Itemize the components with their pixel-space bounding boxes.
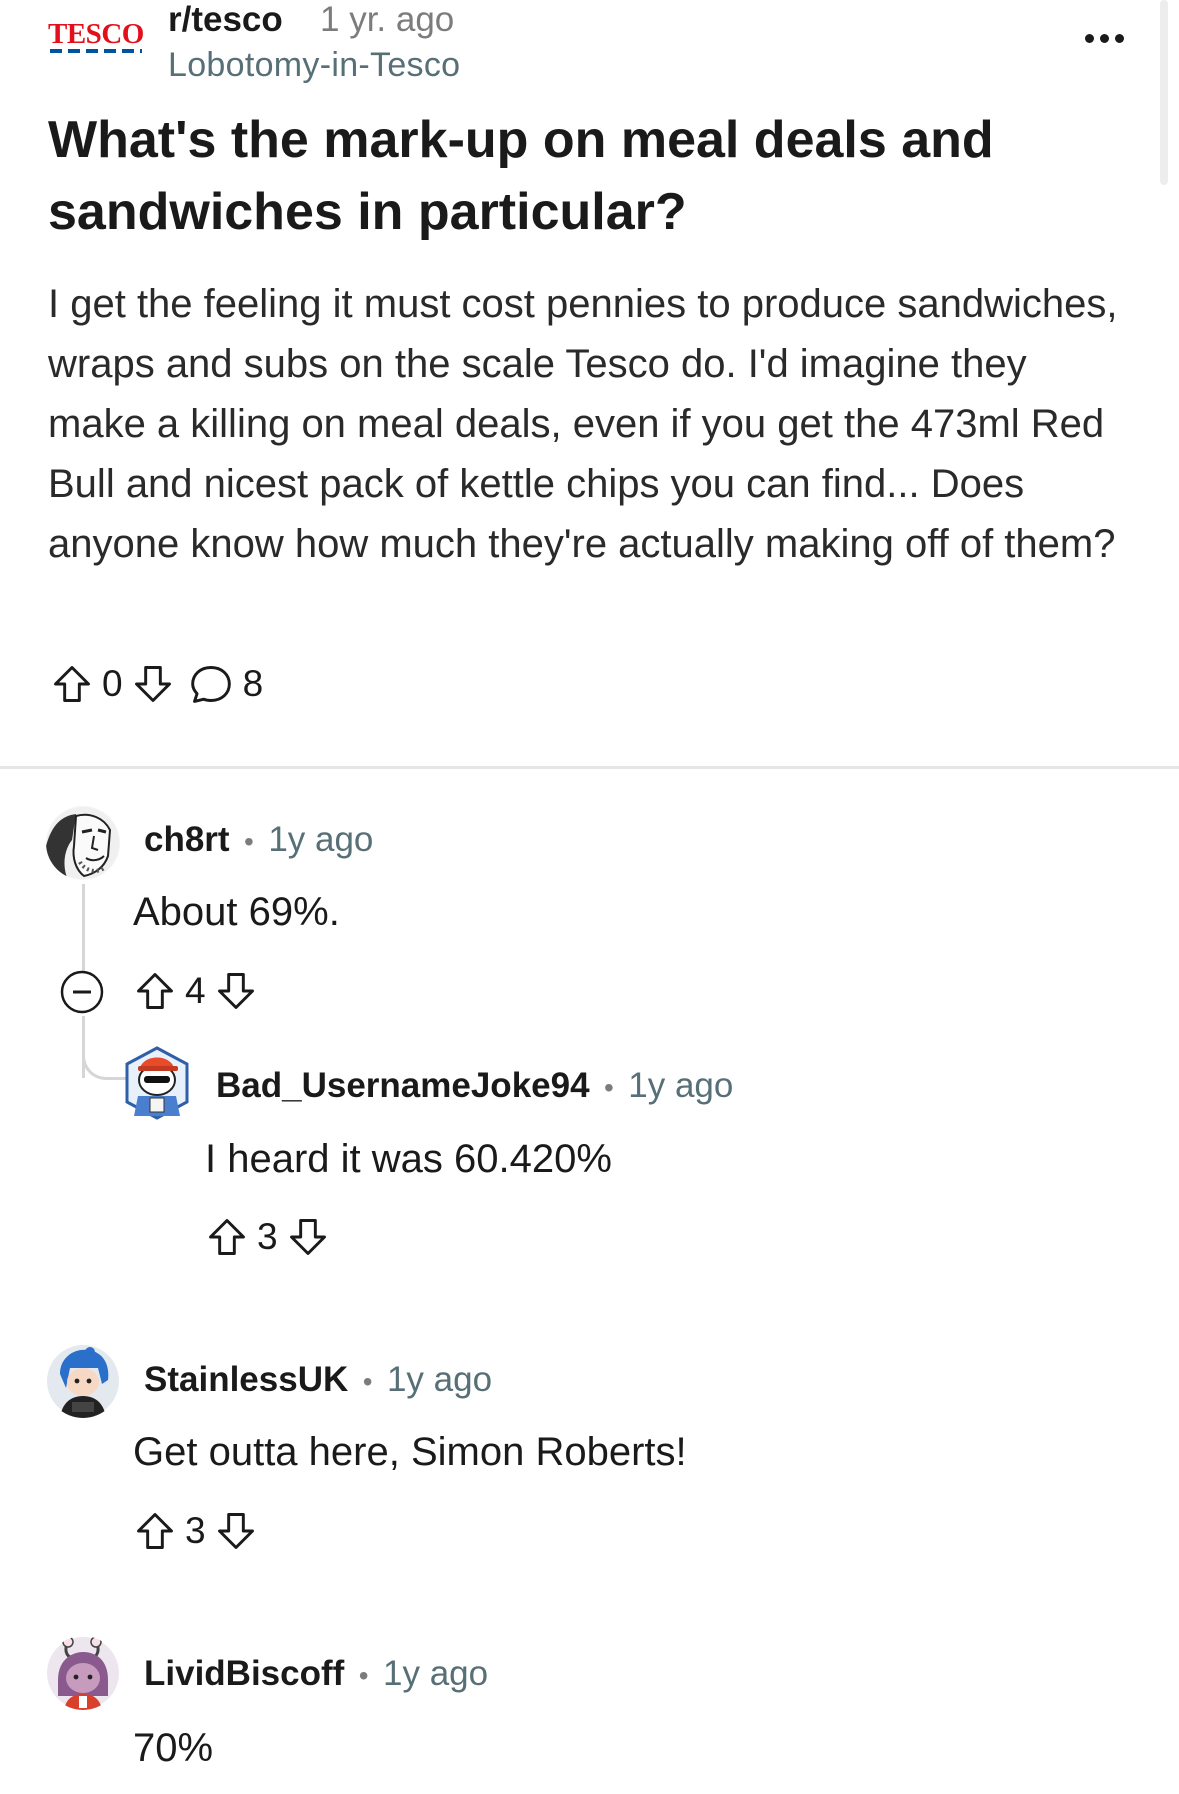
comment-count: 8 — [242, 663, 264, 704]
downvote-icon[interactable] — [214, 1509, 258, 1553]
subreddit-icon[interactable]: TESCO — [48, 18, 144, 58]
post-vote-count: 0 — [102, 663, 123, 704]
avatar-stainlessuk[interactable] — [46, 1344, 120, 1418]
downvote-icon[interactable] — [286, 1215, 330, 1259]
post-actions: 0 8 — [50, 662, 263, 706]
downvote-icon[interactable] — [131, 662, 175, 706]
tesco-logo-stripes — [50, 49, 142, 53]
tesco-logo-text: TESCO — [48, 18, 144, 50]
collapse-icon[interactable] — [60, 970, 104, 1014]
divider — [0, 766, 1179, 769]
reply-vote-count: 3 — [257, 1216, 278, 1257]
separator-dot: • — [244, 826, 254, 857]
reply-text: I heard it was 60.420% — [205, 1137, 612, 1181]
upvote-icon[interactable] — [50, 662, 94, 706]
comment-username[interactable]: StainlessUK — [144, 1360, 348, 1399]
comment-age: 1y ago — [386, 1360, 493, 1399]
post-title: What's the mark-up on meal deals and san… — [48, 111, 994, 241]
upvote-icon[interactable] — [133, 969, 177, 1013]
reply-actions: 3 — [205, 1215, 330, 1259]
more-options-icon[interactable] — [1085, 34, 1125, 46]
comment-icon[interactable] — [187, 662, 235, 706]
post-age: 1 yr. ago — [320, 0, 455, 39]
scrollbar[interactable] — [1160, 0, 1168, 185]
comment-age: 1y ago — [383, 1654, 489, 1693]
post-body: I get the feeling it must cost pennies t… — [48, 282, 1118, 566]
upvote-icon[interactable] — [205, 1215, 249, 1259]
upvote-icon[interactable] — [133, 1509, 177, 1553]
comment-username[interactable]: ch8rt — [144, 820, 230, 859]
separator-dot: • — [358, 1660, 369, 1691]
downvote-icon[interactable] — [214, 969, 258, 1013]
post-author[interactable]: Lobotomy-in-Tesco — [168, 46, 460, 85]
comment-text: Get outta here, Simon Roberts! — [133, 1430, 687, 1474]
comment-vote-count: 4 — [185, 970, 206, 1011]
avatar-ch8rt[interactable] — [46, 806, 120, 880]
thread-line — [82, 884, 85, 976]
comment-age: 1y ago — [268, 820, 374, 859]
comment-vote-count: 3 — [185, 1510, 206, 1551]
comment-username[interactable]: LividBiscoff — [144, 1654, 344, 1693]
comment-actions: 4 — [133, 969, 258, 1013]
separator-dot: • — [604, 1072, 614, 1103]
reply-username[interactable]: Bad_UsernameJoke94 — [216, 1066, 590, 1105]
comment-text: 70% — [133, 1726, 214, 1770]
reply-connector — [82, 1040, 128, 1080]
avatar-lividbiscoff[interactable] — [46, 1636, 120, 1710]
reply-age: 1y ago — [628, 1066, 734, 1105]
separator-dot: • — [362, 1366, 373, 1397]
comment-actions: 3 — [133, 1509, 258, 1553]
subreddit-name[interactable]: r/tesco — [168, 0, 283, 40]
avatar-bad-usernamejoke94[interactable] — [124, 1046, 190, 1120]
comment-text: About 69%. — [133, 890, 340, 934]
